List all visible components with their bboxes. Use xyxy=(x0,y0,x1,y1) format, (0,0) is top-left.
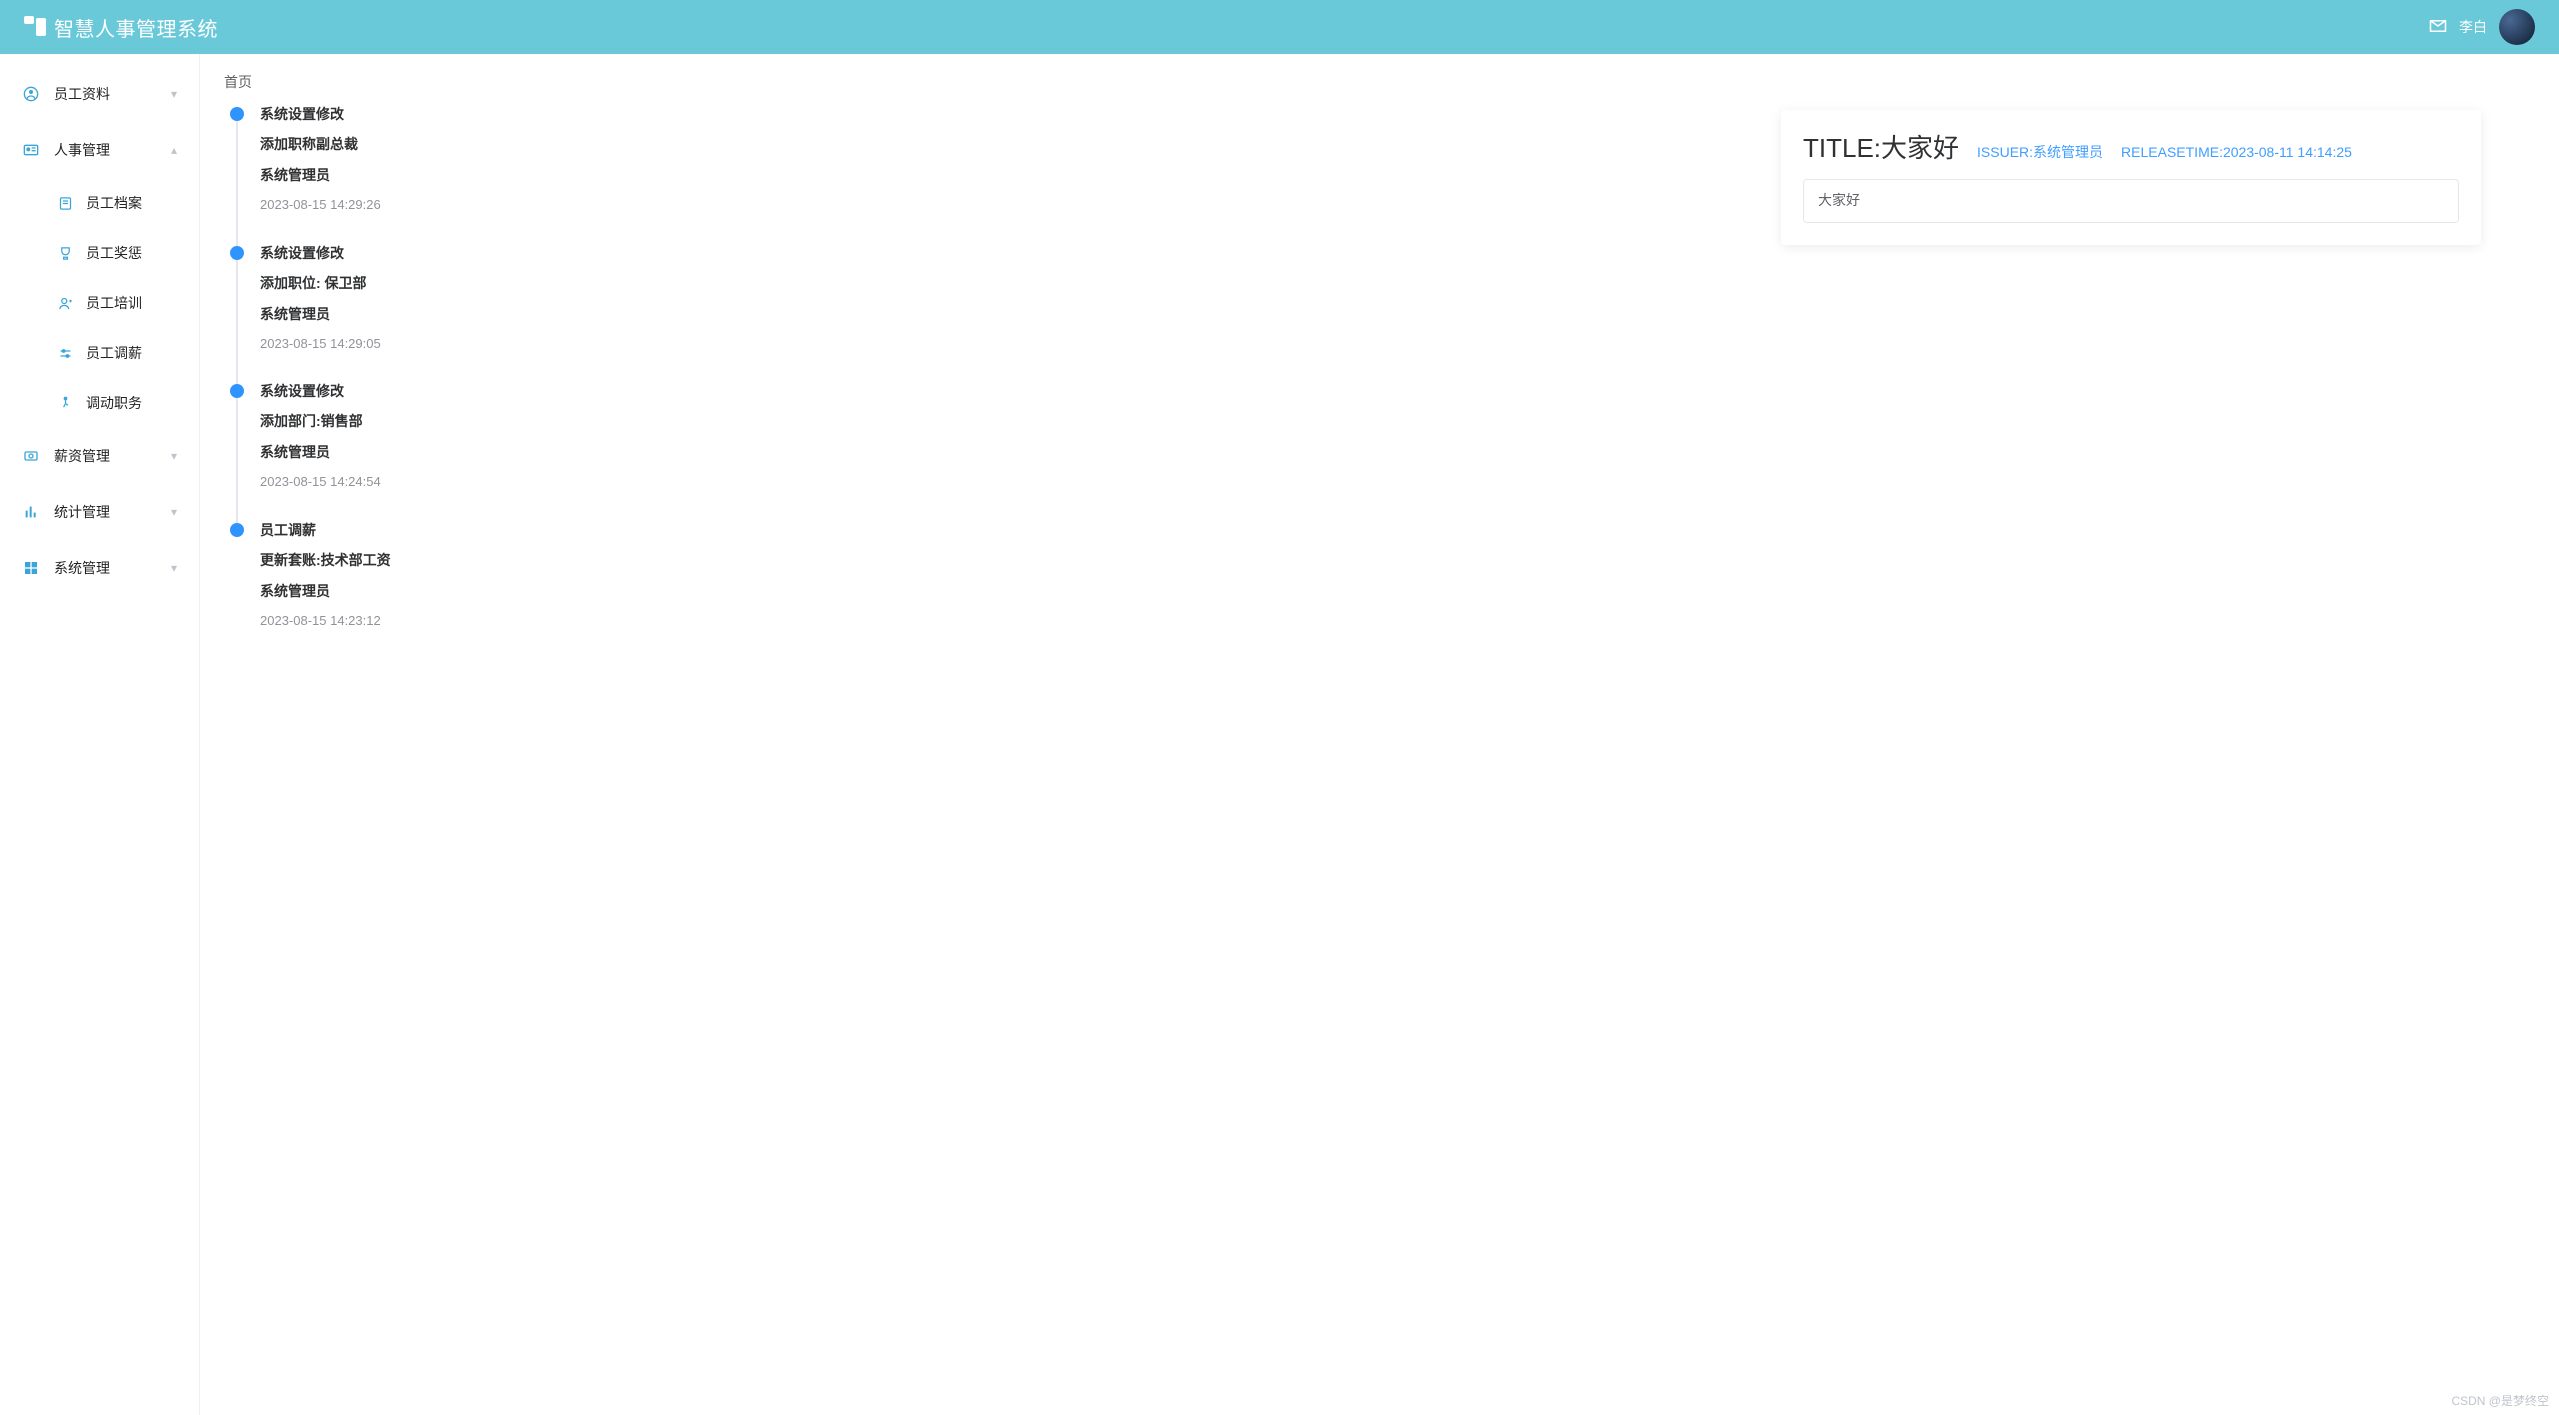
timeline-action: 添加部门:销售部 xyxy=(260,411,428,432)
mail-icon[interactable] xyxy=(2429,17,2447,38)
notice-release: RELEASETIME:2023-08-11 14:14:25 xyxy=(2121,144,2352,160)
notice-card-header: TITLE:大家好 ISSUER:系统管理员 RELEASETIME:2023-… xyxy=(1803,128,2459,165)
avatar[interactable] xyxy=(2499,9,2535,45)
sidebar-item-label: 员工培训 xyxy=(86,293,142,313)
breadcrumb[interactable]: 首页 xyxy=(218,64,2541,104)
timeline-user: 系统管理员 xyxy=(260,304,428,324)
sidebar-item-label: 调动职务 xyxy=(86,393,142,413)
sidebar-item-transfer[interactable]: 调动职务 xyxy=(0,378,199,428)
adjust-icon xyxy=(56,346,74,361)
id-card-icon xyxy=(22,142,40,158)
chevron-down-icon: ▾ xyxy=(171,505,177,519)
sidebar-item-employees[interactable]: 员工资料 ▾ xyxy=(0,66,199,122)
notice-issuer: ISSUER:系统管理员 xyxy=(1977,142,2103,162)
main-content: 首页 系统设置修改 添加职称副总裁 系统管理员 2023-08-15 14:29… xyxy=(200,54,2559,1415)
chevron-down-icon: ▾ xyxy=(171,449,177,463)
timeline-time: 2023-08-15 14:29:05 xyxy=(260,334,428,354)
sidebar-item-system[interactable]: 系统管理 ▾ xyxy=(0,540,199,596)
sidebar-item-stats[interactable]: 统计管理 ▾ xyxy=(0,484,199,540)
timeline-user: 系统管理员 xyxy=(260,165,428,185)
walk-icon xyxy=(56,396,74,411)
release-value: 2023-08-11 14:14:25 xyxy=(2223,144,2352,160)
user-circle-icon xyxy=(22,86,40,102)
sidebar-item-label: 薪资管理 xyxy=(54,446,171,466)
timeline-dot-icon xyxy=(230,246,244,260)
notice-title: TITLE:大家好 xyxy=(1803,128,1959,165)
sidebar-item-label: 员工调薪 xyxy=(86,343,142,363)
timeline-item: 系统设置修改 添加职位: 保卫部 系统管理员 2023-08-15 14:29:… xyxy=(232,243,428,382)
timeline-item: 系统设置修改 添加职称副总裁 系统管理员 2023-08-15 14:29:26 xyxy=(232,104,428,243)
page-header: 智慧人事管理系统 李白 xyxy=(0,0,2559,54)
timeline-user: 系统管理员 xyxy=(260,581,428,601)
timeline-title: 员工调薪 xyxy=(260,520,428,540)
money-icon xyxy=(22,448,40,464)
file-icon xyxy=(56,196,74,211)
sidebar-item-label: 系统管理 xyxy=(54,558,171,578)
user-plus-icon xyxy=(56,296,74,311)
header-right: 李白 xyxy=(2429,9,2535,45)
sidebar-submenu-hr: 员工档案 员工奖惩 员工培训 员工调薪 xyxy=(0,178,199,428)
sidebar-item-hr[interactable]: 人事管理 ▴ xyxy=(0,122,199,178)
sidebar: 员工资料 ▾ 人事管理 ▴ 员工档案 员工奖惩 xyxy=(0,54,200,1415)
notice-card: TITLE:大家好 ISSUER:系统管理员 RELEASETIME:2023-… xyxy=(1781,110,2481,245)
sidebar-item-label: 人事管理 xyxy=(54,140,171,160)
chevron-up-icon: ▴ xyxy=(171,143,177,157)
sidebar-item-label: 员工资料 xyxy=(54,84,171,104)
sidebar-item-label: 员工奖惩 xyxy=(86,243,142,263)
app-title: 智慧人事管理系统 xyxy=(54,13,218,42)
watermark: CSDN @是梦终空 xyxy=(2451,1392,2549,1409)
chevron-down-icon: ▾ xyxy=(171,561,177,575)
sidebar-item-reward[interactable]: 员工奖惩 xyxy=(0,228,199,278)
sidebar-item-archive[interactable]: 员工档案 xyxy=(0,178,199,228)
timeline-action: 添加职位: 保卫部 xyxy=(260,273,428,294)
title-prefix: TITLE: xyxy=(1803,133,1881,163)
timeline-dot-icon xyxy=(230,384,244,398)
app-logo-icon xyxy=(24,16,46,38)
timeline-title: 系统设置修改 xyxy=(260,381,428,401)
timeline-time: 2023-08-15 14:23:12 xyxy=(260,611,428,631)
timeline-action: 更新套账:技术部工资 xyxy=(260,550,428,571)
release-label: RELEASETIME: xyxy=(2121,144,2223,160)
issuer-value: 系统管理员 xyxy=(2033,144,2103,160)
title-value: 大家好 xyxy=(1881,133,1959,163)
sidebar-item-training[interactable]: 员工培训 xyxy=(0,278,199,328)
timeline-title: 系统设置修改 xyxy=(260,243,428,263)
timeline-time: 2023-08-15 14:29:26 xyxy=(260,195,428,215)
timeline-item: 员工调薪 更新套账:技术部工资 系统管理员 2023-08-15 14:23:1… xyxy=(232,520,428,659)
windows-icon xyxy=(22,560,40,576)
timeline-action: 添加职称副总裁 xyxy=(260,134,428,155)
timeline-dot-icon xyxy=(230,523,244,537)
chart-bar-icon xyxy=(22,504,40,520)
issuer-label: ISSUER: xyxy=(1977,144,2033,160)
sidebar-item-salary[interactable]: 薪资管理 ▾ xyxy=(0,428,199,484)
trophy-icon xyxy=(56,246,74,261)
content-row: 系统设置修改 添加职称副总裁 系统管理员 2023-08-15 14:29:26… xyxy=(218,104,2541,658)
header-left: 智慧人事管理系统 xyxy=(24,13,218,42)
chevron-down-icon: ▾ xyxy=(171,87,177,101)
timeline-dot-icon xyxy=(230,107,244,121)
sidebar-item-salary-adjust[interactable]: 员工调薪 xyxy=(0,328,199,378)
sidebar-item-label: 员工档案 xyxy=(86,193,142,213)
timeline-user: 系统管理员 xyxy=(260,442,428,462)
timeline-time: 2023-08-15 14:24:54 xyxy=(260,472,428,492)
user-name[interactable]: 李白 xyxy=(2459,17,2487,37)
notice-content: 大家好 xyxy=(1803,179,2459,223)
timeline-title: 系统设置修改 xyxy=(260,104,428,124)
timeline-item: 系统设置修改 添加部门:销售部 系统管理员 2023-08-15 14:24:5… xyxy=(232,381,428,520)
sidebar-item-label: 统计管理 xyxy=(54,502,171,522)
activity-timeline: 系统设置修改 添加职称副总裁 系统管理员 2023-08-15 14:29:26… xyxy=(218,104,428,658)
